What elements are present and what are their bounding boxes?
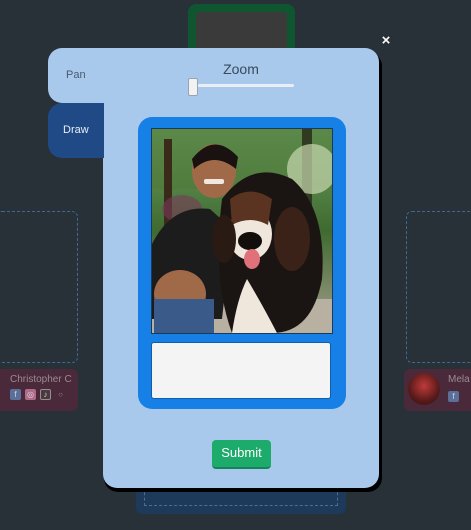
youtube-icon: ○ [58, 390, 63, 399]
caption-input[interactable] [151, 342, 331, 399]
submit-button[interactable]: Submit [212, 440, 271, 469]
photo-image [152, 129, 332, 333]
tiktok-icon: ♪ [40, 389, 51, 400]
background-slot-right [406, 211, 471, 363]
zoom-slider-track[interactable] [192, 84, 294, 87]
avatar [408, 373, 440, 405]
background-user-card-left: Christopher C f ◎ ♪ ○ [0, 369, 78, 411]
facebook-icon: f [448, 391, 459, 402]
tab-draw[interactable]: Draw [48, 103, 104, 158]
zoom-slider-thumb[interactable] [188, 78, 198, 96]
close-icon[interactable]: × [378, 33, 394, 49]
facebook-icon: f [10, 389, 21, 400]
background-slot-left [0, 211, 78, 363]
zoom-label: Zoom [223, 61, 259, 77]
background-user-name: Christopher C [10, 374, 72, 385]
background-user-card-right: Mela f [404, 369, 471, 411]
background-user-socials: f ◎ ♪ ○ [10, 389, 66, 400]
background-user-name: Mela [448, 374, 470, 385]
instagram-icon: ◎ [25, 389, 36, 400]
photo-canvas[interactable] [151, 128, 333, 334]
